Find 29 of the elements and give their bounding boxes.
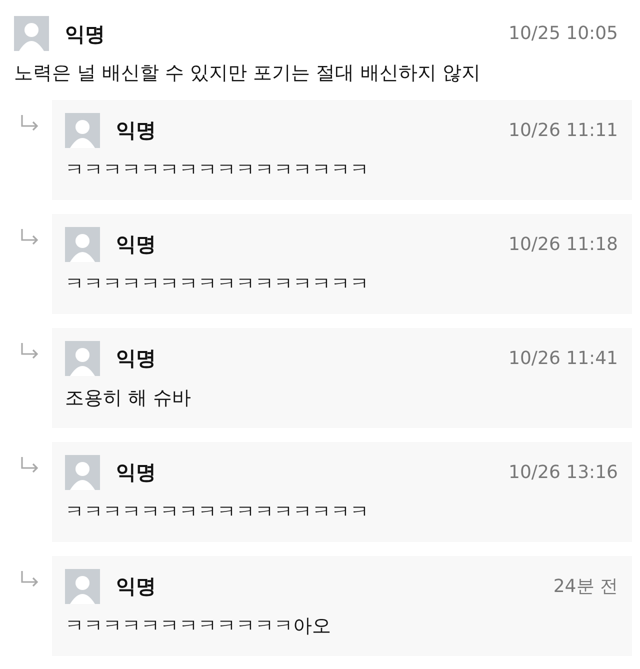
timestamp: 10/25 10:05: [508, 22, 619, 46]
author-name: 익명: [116, 576, 156, 596]
timestamp: 10/26 11:18: [508, 232, 619, 257]
author-name: 익명: [116, 462, 156, 482]
avatar-icon: [65, 112, 100, 148]
reply-arrow-icon: [20, 456, 40, 474]
comment-text: ㅋㅋㅋㅋㅋㅋㅋㅋㅋㅋㅋㅋㅋㅋㅋㅋ: [65, 272, 370, 296]
timestamp: 24분 전: [553, 574, 619, 599]
timestamp: 10/26 13:16: [508, 460, 619, 485]
reply-arrow-icon: [20, 342, 40, 360]
avatar-icon: [65, 568, 100, 604]
comment-text: ㅋㅋㅋㅋㅋㅋㅋㅋㅋㅋㅋㅋㅋㅋㅋㅋ: [65, 158, 370, 182]
author-name: 익명: [116, 120, 156, 140]
author-name: 익명: [116, 234, 156, 254]
reply-arrow-icon: [20, 114, 40, 132]
avatar-icon: [65, 226, 100, 262]
reply-arrow-icon: [20, 228, 40, 246]
avatar-icon: [14, 16, 49, 51]
author-name: 익명: [65, 24, 105, 44]
reply-arrow-icon: [20, 570, 40, 588]
comment-text: ㅋㅋㅋㅋㅋㅋㅋㅋㅋㅋㅋㅋ아오: [65, 614, 332, 638]
timestamp: 10/26 11:41: [508, 346, 619, 371]
timestamp: 10/26 11:11: [508, 118, 619, 143]
comment-text: 노력은 널 배신할 수 있지만 포기는 절대 배신하지 않지: [14, 61, 482, 86]
comment-text: ㅋㅋㅋㅋㅋㅋㅋㅋㅋㅋㅋㅋㅋㅋㅋㅋ: [65, 500, 370, 524]
avatar-icon: [65, 340, 100, 376]
comment-text: 조용히 해 슈바: [65, 386, 192, 410]
author-name: 익명: [116, 348, 156, 368]
avatar-icon: [65, 454, 100, 490]
